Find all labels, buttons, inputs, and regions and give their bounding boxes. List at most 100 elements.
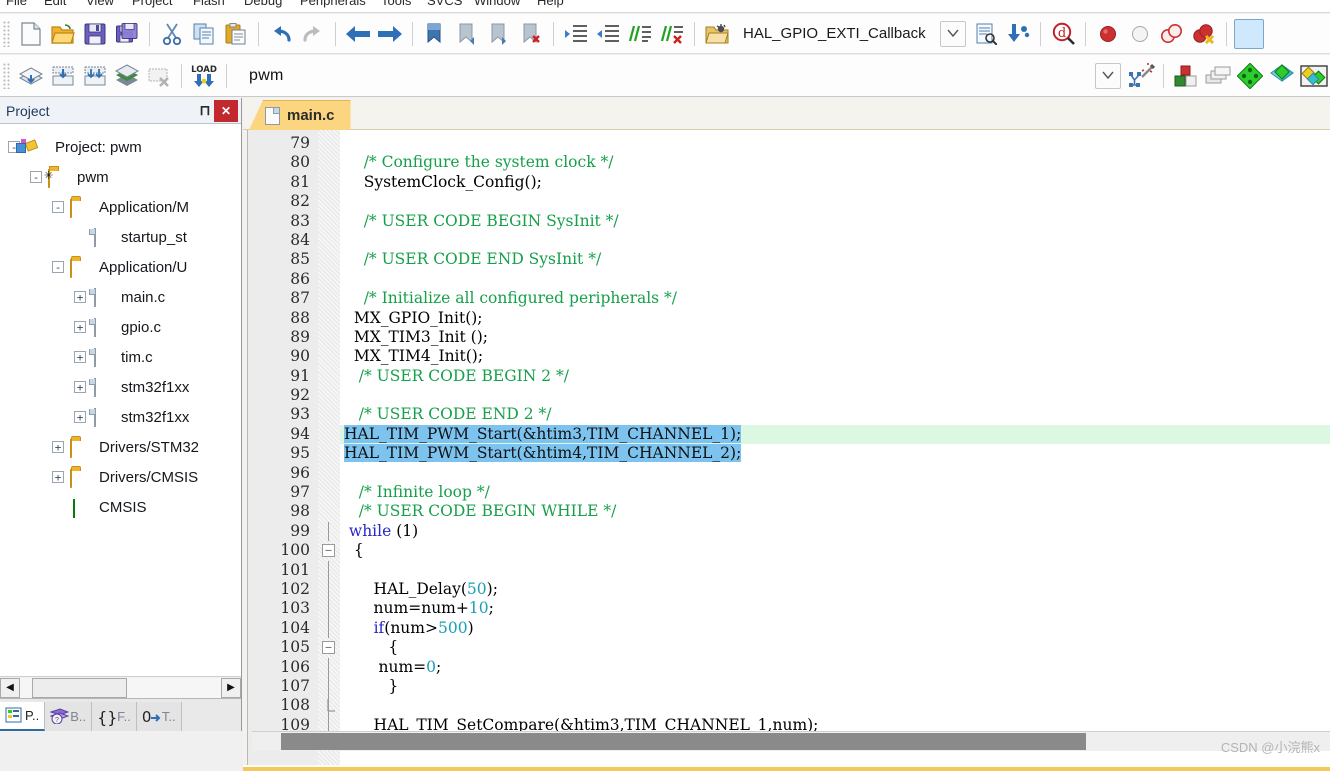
expand-toggle[interactable]: + [74,411,86,423]
panel-tab-b[interactable]: ? B.. [45,702,93,731]
tree-item[interactable]: + stm32f1xx [0,402,241,432]
redo-button[interactable] [298,19,328,49]
menu-item-view[interactable]: View [86,0,114,8]
scroll-track[interactable] [20,677,221,698]
scroll-thumb[interactable] [32,677,127,698]
options-for-target-button[interactable] [1171,61,1201,91]
code-line[interactable]: 92 [248,386,1330,405]
comment-button[interactable] [625,19,655,49]
tree-item[interactable]: - Project: pwm [0,132,241,162]
code-line[interactable]: 106 num=0; [248,657,1330,677]
target-options-wizard-button[interactable] [1126,61,1156,91]
expand-toggle[interactable]: + [74,381,86,393]
tree-item[interactable]: - Application/U [0,252,241,282]
code-line[interactable]: 95 HAL_TIM_PWM_Start(&htim4,TIM_CHANNEL_2… [248,444,1330,463]
code-line[interactable]: 101 [248,560,1330,580]
code-line[interactable]: 84 [248,231,1330,250]
code-lines[interactable]: 79 80 /* Configure the system clock */81 … [248,134,1330,771]
breakpoint-disable-button[interactable] [1125,19,1155,49]
stop-build-button[interactable] [144,61,174,91]
fold-toggle[interactable]: – [322,641,335,655]
build-button[interactable] [48,61,78,91]
project-tree[interactable]: - Project: pwm - ✳ pwm - Application/M startup_… [0,125,241,697]
tree-item[interactable]: CMSIS [0,492,241,522]
scroll-right-button[interactable]: ▶ [221,677,241,698]
code-line[interactable]: 89 MX_TIM3_Init (); [248,328,1330,347]
editor-horizontal-scrollbar[interactable] [252,731,1330,751]
expand-toggle[interactable]: + [52,441,64,453]
toolbar-grip[interactable] [3,62,11,89]
batch-build-button[interactable] [112,61,142,91]
tree-item[interactable]: startup_st [0,222,241,252]
paste-button[interactable] [221,19,251,49]
code-line[interactable]: 96 [248,464,1330,483]
tree-item[interactable]: - ✳ pwm [0,162,241,192]
code-line[interactable]: 102 HAL_Delay(50); [248,579,1330,600]
collapse-toggle[interactable]: - [52,261,64,273]
code-line[interactable]: 108 [248,696,1330,716]
menu-item-edit[interactable]: Edit [44,0,66,8]
goto-definition-button[interactable] [702,19,732,49]
bookmark-next-button[interactable] [484,19,514,49]
rebuild-button[interactable] [80,61,110,91]
new-file-button[interactable] [16,19,46,49]
manage-project-items-button[interactable] [1299,61,1329,91]
tree-item[interactable]: - Application/M [0,192,241,222]
navigate-back-button[interactable] [343,19,373,49]
code-line[interactable]: 87 /* Initialize all configured peripher… [248,289,1330,308]
expand-toggle[interactable]: + [74,321,86,333]
toolbar-grip[interactable] [3,20,11,47]
menu-item-flash[interactable]: Flash [193,0,225,8]
bookmark-prev-button[interactable] [452,19,482,49]
code-line[interactable]: 91 /* USER CODE BEGIN 2 */ [248,367,1330,386]
expand-toggle[interactable]: + [52,471,64,483]
uncomment-button[interactable] [657,19,687,49]
tree-item[interactable]: + stm32f1xx [0,372,241,402]
code-line[interactable]: 80 /* Configure the system clock */ [248,153,1330,172]
indent-button[interactable] [561,19,591,49]
code-line[interactable]: 94 HAL_TIM_PWM_Start(&htim3,TIM_CHANNEL_1… [248,424,1330,445]
cut-button[interactable] [157,19,187,49]
panel-tab-p[interactable]: P.. [0,702,46,731]
code-line[interactable]: 104 if(num>500) [248,618,1330,639]
bookmark-clear-button[interactable] [516,19,546,49]
tree-item[interactable]: + Drivers/STM32 [0,432,241,462]
download-button[interactable]: LOAD [189,61,219,91]
code-line[interactable]: 103 num=num+10; [248,599,1330,619]
insert-include-button[interactable] [1003,19,1033,49]
document-tab-main-c[interactable]: main.c [249,100,351,130]
copy-button[interactable] [189,19,219,49]
code-line[interactable]: 88 MX_GPIO_Init(); [248,309,1330,328]
code-editor[interactable]: 79 80 /* Configure the system clock */81 … [247,130,1330,771]
code-line[interactable]: 98 /* USER CODE BEGIN WHILE */ [248,502,1330,521]
code-line[interactable]: 97 /* Infinite loop */ [248,483,1330,502]
function-dropdown-button[interactable] [939,20,966,47]
project-horizontal-scrollbar[interactable]: ◀ ▶ [0,676,241,698]
open-file-button[interactable] [48,19,78,49]
code-line[interactable]: 100– { [248,541,1330,560]
code-line[interactable]: 90 MX_TIM4_Init(); [248,347,1330,366]
expand-toggle[interactable]: + [74,351,86,363]
menu-item-window[interactable]: Window [474,0,520,8]
bookmark-toggle-button[interactable] [420,19,450,49]
tree-item[interactable]: + main.c [0,282,241,312]
save-button[interactable] [80,19,110,49]
translate-button[interactable] [16,61,46,91]
code-line[interactable]: 93 /* USER CODE END 2 */ [248,405,1330,424]
navigate-forward-button[interactable] [375,19,405,49]
code-line[interactable]: 79 [248,134,1330,153]
menu-item-file[interactable]: File [6,0,27,8]
panel-tab-f[interactable]: {} F.. [92,702,137,731]
menu-item-project[interactable]: Project [132,0,172,8]
manage-multi-project-button[interactable] [1203,61,1233,91]
expand-toggle[interactable]: + [74,291,86,303]
save-all-button[interactable] [112,19,142,49]
close-button[interactable]: ✕ [214,99,238,122]
run-time-environment-button[interactable] [1235,61,1265,91]
code-line[interactable]: 85 /* USER CODE END SysInit */ [248,250,1330,269]
menu-item-svcs[interactable]: SVCS [427,0,462,8]
undo-button[interactable] [266,19,296,49]
tree-item[interactable]: + Drivers/CMSIS [0,462,241,492]
menu-item-peripherals[interactable]: Peripherals [300,0,366,8]
scroll-left-button[interactable]: ◀ [0,677,20,698]
